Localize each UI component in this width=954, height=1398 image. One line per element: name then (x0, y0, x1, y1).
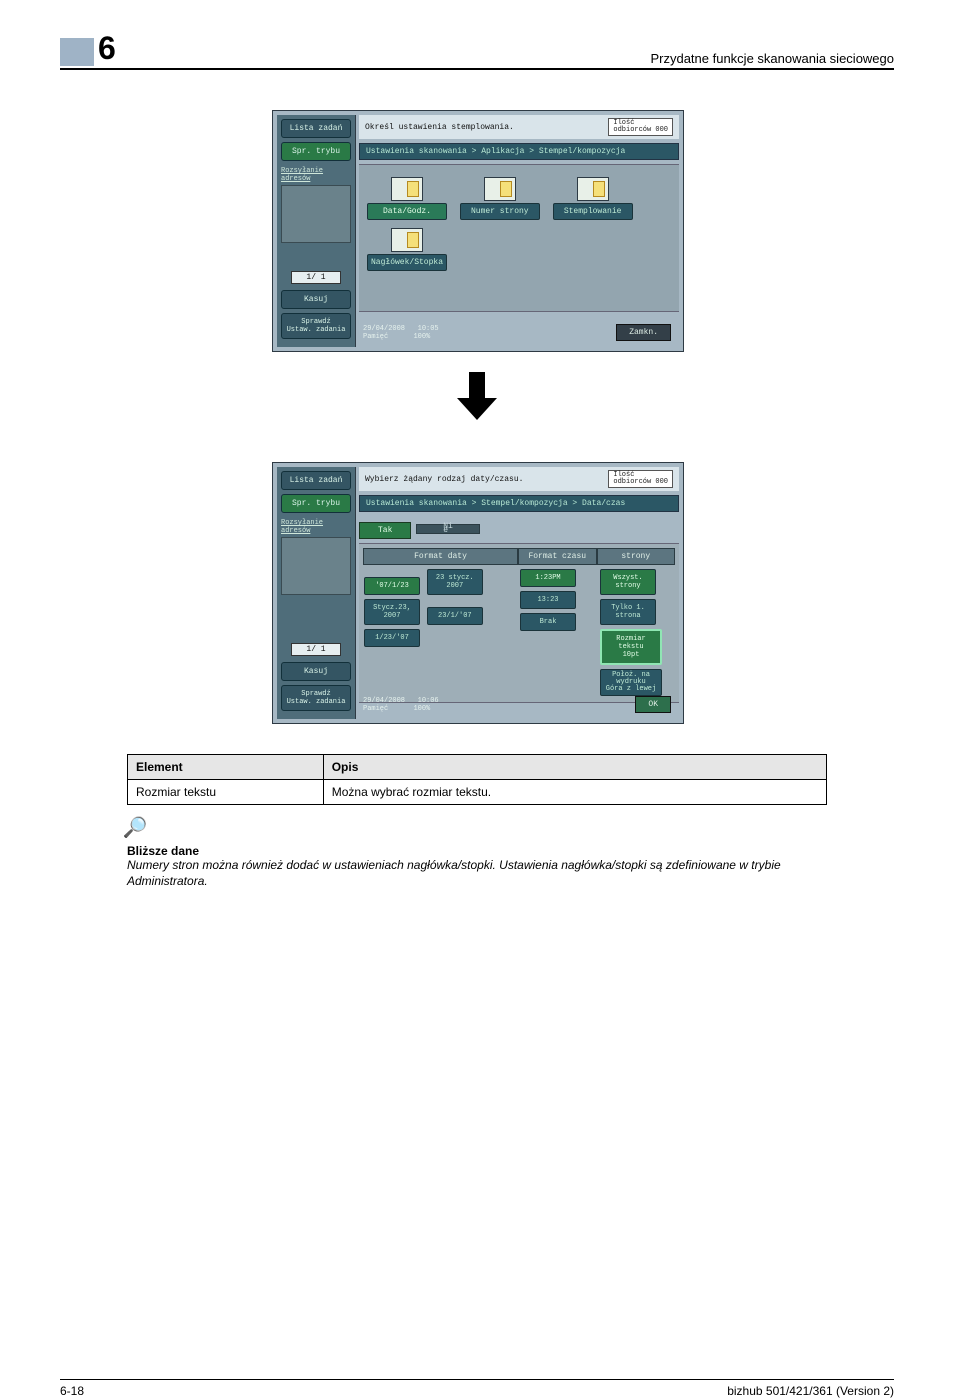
options-area: Format daty Format czasu strony '07/1/23… (359, 543, 679, 703)
header-footer-icon (391, 228, 423, 252)
note-text: Numery stron można również dodać w ustaw… (127, 858, 827, 889)
recipient-count-2: Ilość odbiorców 000 (608, 470, 673, 488)
opt-pages-first[interactable]: Tylko 1. strona (600, 599, 656, 625)
side-btn-checkjob[interactable]: Sprawdź Ustaw. zadania (281, 313, 351, 339)
date-format-column: '07/1/23 23 stycz. 2007 Stycz.23, 2007 2… (363, 567, 515, 698)
ok-button[interactable]: OK (635, 696, 671, 713)
lcd-screenshot-stamp: Lista zadań Spr. trybu Rozsyłanie adresó… (272, 110, 682, 352)
opt-date-1[interactable]: '07/1/23 (364, 577, 420, 595)
breadcrumb-2: Ustawienia skanowania > Stempel/kompozyc… (359, 495, 679, 512)
page-number-icon (484, 177, 516, 201)
btn-date-time[interactable]: Data/Godz. (367, 177, 447, 220)
th-element: Element (128, 755, 324, 780)
table-row: Rozmiar tekstu Można wybrać rozmiar teks… (128, 780, 827, 805)
section-title: Przydatne funkcje skanowania sieciowego (650, 51, 894, 66)
side-page-indicator-2: 1/ 1 (291, 643, 341, 656)
side-btn-delete-2[interactable]: Kasuj (281, 662, 351, 681)
side-btn-joblist[interactable]: Lista zadań (281, 119, 351, 138)
main-panel: Określ ustawienia stemplowania. Ilość od… (359, 115, 679, 347)
arrow-down-icon (457, 372, 497, 422)
tab-no[interactable]: Ni e (416, 524, 480, 534)
page-header: 6 Przydatne funkcje skanowania siecioweg… (60, 30, 894, 70)
opt-time-2[interactable]: 13:23 (520, 591, 576, 609)
main-panel-2: Wybierz żądany rodzaj daty/czasu. Ilość … (359, 467, 679, 719)
side-btn-checkmode-2[interactable]: Spr. trybu (281, 494, 351, 513)
td-opis: Można wybrać rozmiar tekstu. (323, 780, 826, 805)
side-page-indicator: 1/ 1 (291, 271, 341, 284)
product-name: bizhub 501/421/361 (Version 2) (727, 1384, 894, 1398)
btn-stamping[interactable]: Stemplowanie (553, 177, 633, 220)
title-text: Określ ustawienia stemplowania. (365, 123, 514, 132)
side-btn-delete[interactable]: Kasuj (281, 290, 351, 309)
close-button[interactable]: Zamkn. (616, 324, 671, 341)
opt-date-4[interactable]: 23/1/'07 (427, 607, 483, 625)
chapter-number: 6 (60, 30, 126, 66)
title-bar-2: Wybierz żądany rodzaj daty/czasu. Ilość … (359, 467, 679, 491)
opt-time-3[interactable]: Brak (520, 613, 576, 631)
detail-note: 🔍 Bliższe dane Numery stron można równie… (127, 815, 827, 889)
opt-text-size[interactable]: Rozmiar tekstu 10pt (600, 629, 662, 665)
btn-page-number[interactable]: Numer strony (460, 177, 540, 220)
stamping-icon (577, 177, 609, 201)
opt-date-2[interactable]: 23 stycz. 2007 (427, 569, 483, 595)
status-bar-2: 29/04/2008 10:06 Pamięć 100% OK (359, 694, 675, 715)
content-area: Data/Godz. Numer strony Stemplowanie Nag… (359, 164, 679, 312)
side-label-broadcast-2: Rozsyłanie adresów (281, 519, 351, 535)
tab-yes[interactable]: Tak (359, 522, 411, 539)
side-btn-joblist-2[interactable]: Lista zadań (281, 471, 351, 490)
recipient-count: Ilość odbiorców 000 (608, 118, 673, 136)
description-table: Element Opis Rozmiar tekstu Można wybrać… (127, 754, 827, 805)
opt-print-pos[interactable]: Położ. na wydruku Góra z lewej (600, 669, 662, 696)
page-footer: 6-18 bizhub 501/421/361 (Version 2) (60, 1379, 894, 1398)
side-btn-checkjob-2[interactable]: Sprawdź Ustaw. zadania (281, 685, 351, 711)
note-heading: Bliższe dane (127, 844, 827, 858)
page-number: 6-18 (60, 1384, 84, 1398)
status-bar: 29/04/2008 10:05 Pamięć 100% Zamkn. (359, 322, 675, 343)
side-label-broadcast: Rozsyłanie adresów (281, 167, 351, 183)
btn-header-footer[interactable]: Nagłówek/Stopka (367, 228, 447, 271)
td-element: Rozmiar tekstu (128, 780, 324, 805)
lcd-screenshot-datetime: Lista zadań Spr. trybu Rozsyłanie adresó… (272, 462, 682, 724)
title-text-2: Wybierz żądany rodzaj daty/czasu. (365, 475, 523, 484)
column-headers: Format daty Format czasu strony (363, 548, 675, 565)
opt-pages-all[interactable]: Wszyst. strony (600, 569, 656, 595)
side-panel-2: Lista zadań Spr. trybu Rozsyłanie adresó… (277, 467, 356, 719)
title-bar: Określ ustawienia stemplowania. Ilość od… (359, 115, 679, 139)
magnifier-icon: 🔍 (123, 815, 148, 840)
th-opis: Opis (323, 755, 826, 780)
opt-date-3[interactable]: Stycz.23, 2007 (364, 599, 420, 625)
pages-column: Wszyst. strony Tylko 1. strona Rozmiar t… (599, 567, 675, 698)
opt-time-1[interactable]: 1:23PM (520, 569, 576, 587)
date-time-icon (391, 177, 423, 201)
side-panel: Lista zadań Spr. trybu Rozsyłanie adresó… (277, 115, 356, 347)
breadcrumb: Ustawienia skanowania > Aplikacja > Stem… (359, 143, 679, 160)
opt-date-5[interactable]: 1/23/'07 (364, 629, 420, 647)
side-btn-checkmode[interactable]: Spr. trybu (281, 142, 351, 161)
time-format-column: 1:23PM 13:23 Brak (519, 567, 595, 698)
